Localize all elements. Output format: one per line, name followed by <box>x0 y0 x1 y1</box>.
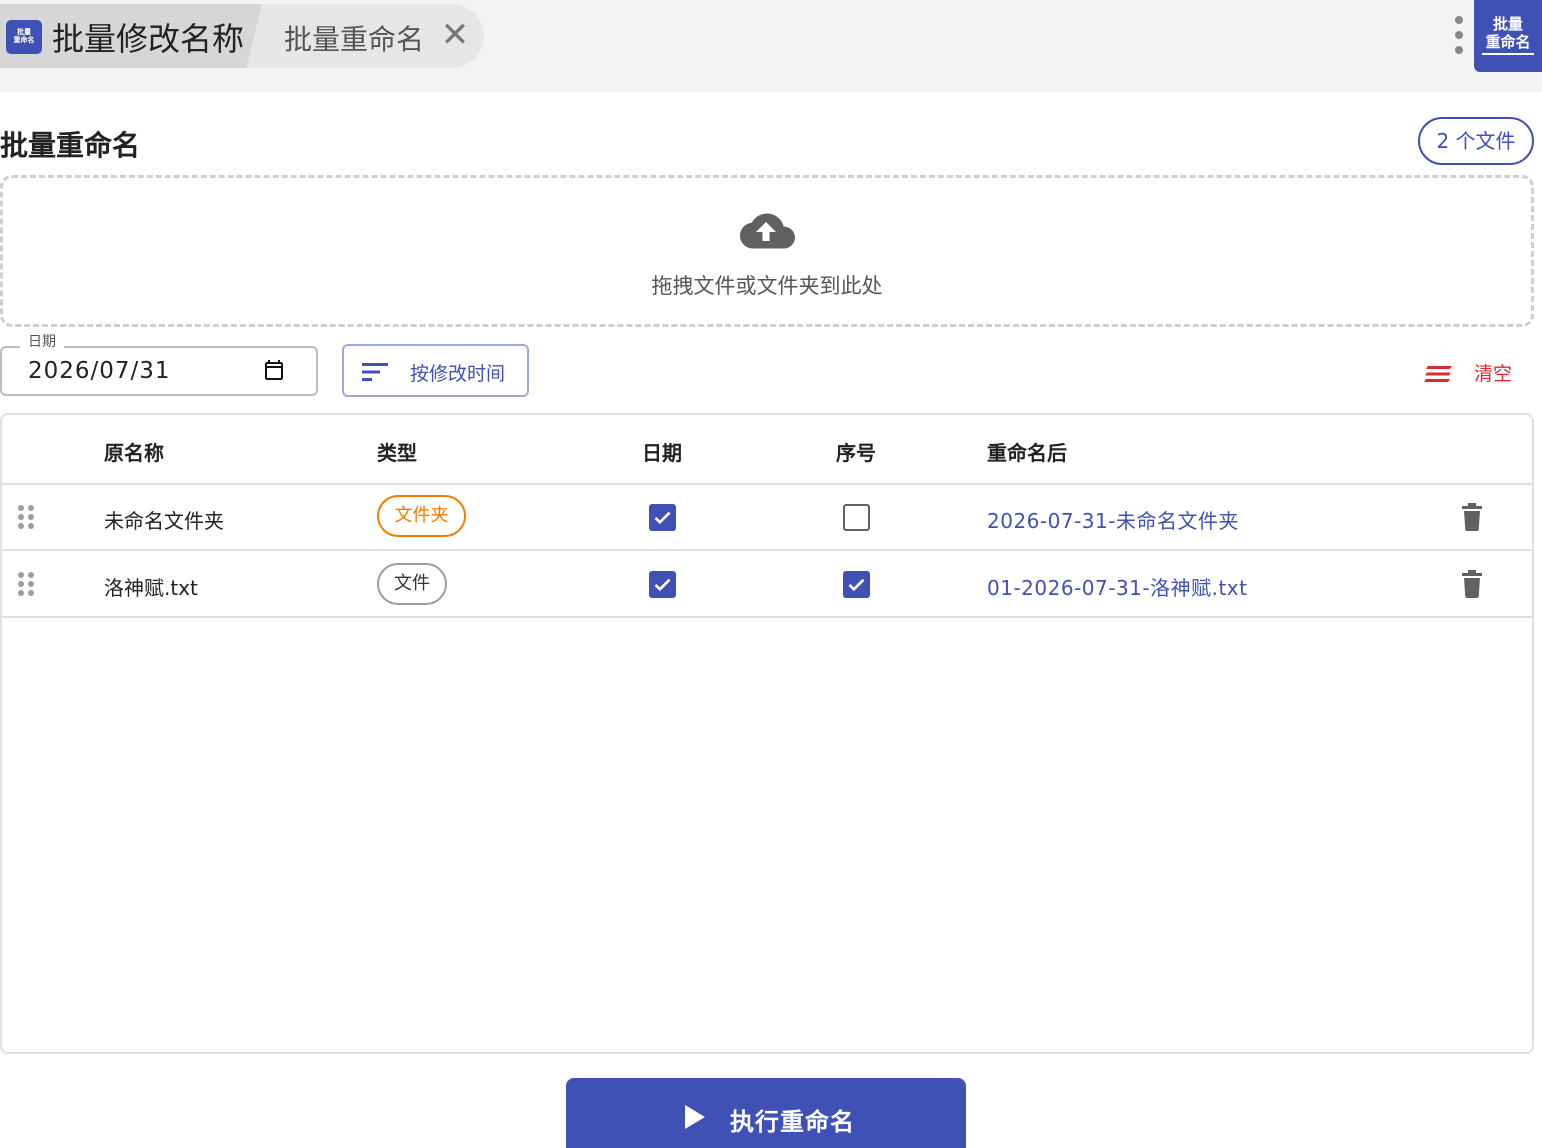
more-menu-icon[interactable] <box>1448 12 1470 60</box>
sequence-checkbox[interactable] <box>843 504 870 531</box>
column-header-type: 类型 <box>377 441 417 465</box>
page-title: 批量重命名 <box>0 129 141 162</box>
sort-icon <box>362 363 388 381</box>
calendar-icon[interactable] <box>262 358 286 382</box>
date-input-value[interactable]: 2026/07/31 <box>28 358 171 384</box>
renamed-preview-cell: 01-2026-07-31-洛神赋.txt <box>987 576 1248 600</box>
date-checkbox[interactable] <box>649 571 676 598</box>
row-divider <box>0 549 1534 551</box>
tab-close-icon[interactable]: ✕ <box>440 18 470 52</box>
type-chip-file: 文件 <box>377 563 447 605</box>
cloud-upload-icon <box>740 213 795 249</box>
renamed-preview-cell: 2026-07-31-未命名文件夹 <box>987 509 1239 533</box>
drop-zone-text: 拖拽文件或文件夹到此处 <box>651 274 883 298</box>
delete-icon[interactable] <box>1461 503 1483 531</box>
clear-button-label[interactable]: 清空 <box>1474 359 1512 386</box>
file-count-badge: 2 个文件 <box>1418 117 1534 165</box>
execute-rename-label[interactable]: 执行重命名 <box>730 1102 855 1137</box>
drag-handle-icon[interactable] <box>18 505 34 529</box>
app-logo-icon: 批量 重命名 <box>6 20 42 54</box>
original-name-cell: 未命名文件夹 <box>104 509 224 533</box>
tab-batch-rename[interactable]: 批量重命名 <box>284 18 424 58</box>
sort-button-label[interactable]: 按修改时间 <box>410 359 505 386</box>
date-input-label: 日期 <box>20 331 64 351</box>
column-header-renamed: 重命名后 <box>987 441 1067 465</box>
clear-all-icon <box>1424 366 1452 382</box>
sequence-checkbox[interactable] <box>843 571 870 598</box>
date-checkbox[interactable] <box>649 504 676 531</box>
drag-handle-icon[interactable] <box>18 572 34 596</box>
header-divider <box>0 483 1534 485</box>
column-header-date: 日期 <box>642 441 682 465</box>
file-drop-zone[interactable] <box>0 175 1534 327</box>
row-divider <box>0 616 1534 618</box>
column-header-original-name: 原名称 <box>104 441 164 465</box>
badge-line1: 批量 <box>1492 15 1523 33</box>
file-table <box>0 413 1534 1054</box>
tab-active-title[interactable]: 批量修改名称 <box>52 14 244 60</box>
column-header-sequence: 序号 <box>836 441 876 465</box>
play-icon <box>685 1105 705 1129</box>
original-name-cell: 洛神赋.txt <box>104 576 198 600</box>
delete-icon[interactable] <box>1461 570 1483 598</box>
extension-badge[interactable]: 批量 重命名 <box>1474 0 1542 72</box>
badge-line2: 重命名 <box>1482 33 1534 55</box>
type-chip-folder: 文件夹 <box>377 495 466 537</box>
